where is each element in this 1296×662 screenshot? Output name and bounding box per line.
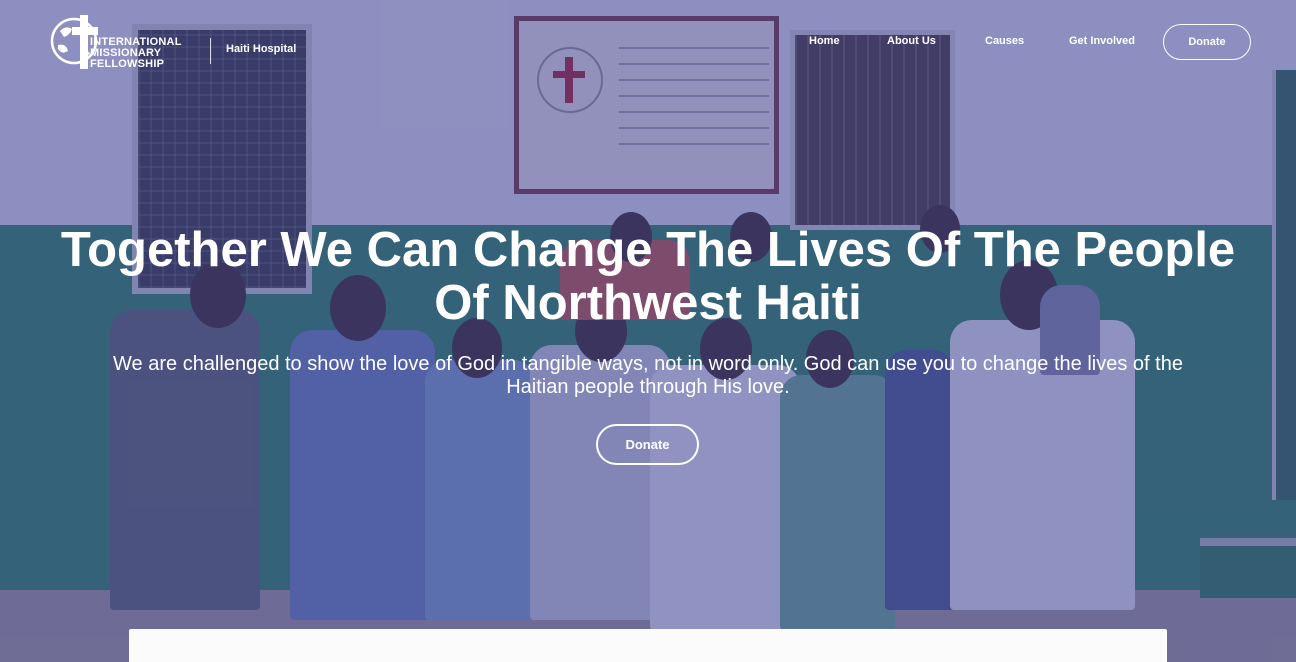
hero-background-photo <box>0 0 1296 662</box>
nav-link-get-involved[interactable]: Get Involved <box>1069 35 1135 47</box>
content-section-edge <box>129 629 1167 662</box>
site-header: INTERNATIONAL MISSIONARY FELLOWSHIP Hait… <box>0 0 1296 90</box>
hero-headline: Together We Can Change The Lives Of The … <box>60 223 1236 330</box>
nav-link-about-us[interactable]: About Us <box>887 35 936 47</box>
nav-link-home[interactable]: Home <box>809 35 840 47</box>
logo-divider <box>210 38 211 64</box>
nav-donate-button[interactable]: Donate <box>1163 24 1251 60</box>
hero-subtext: We are challenged to show the love of Go… <box>113 353 1183 398</box>
hero-donate-button[interactable]: Donate <box>596 424 699 465</box>
site-name: Haiti Hospital <box>226 43 297 55</box>
hero-color-overlay <box>0 0 1296 662</box>
logo-line-3: FELLOWSHIP <box>90 58 165 70</box>
site-logo[interactable]: INTERNATIONAL MISSIONARY FELLOWSHIP <box>50 13 195 73</box>
logo-wordmark: INTERNATIONAL MISSIONARY FELLOWSHIP <box>90 37 182 70</box>
nav-link-causes[interactable]: Causes <box>985 35 1024 47</box>
